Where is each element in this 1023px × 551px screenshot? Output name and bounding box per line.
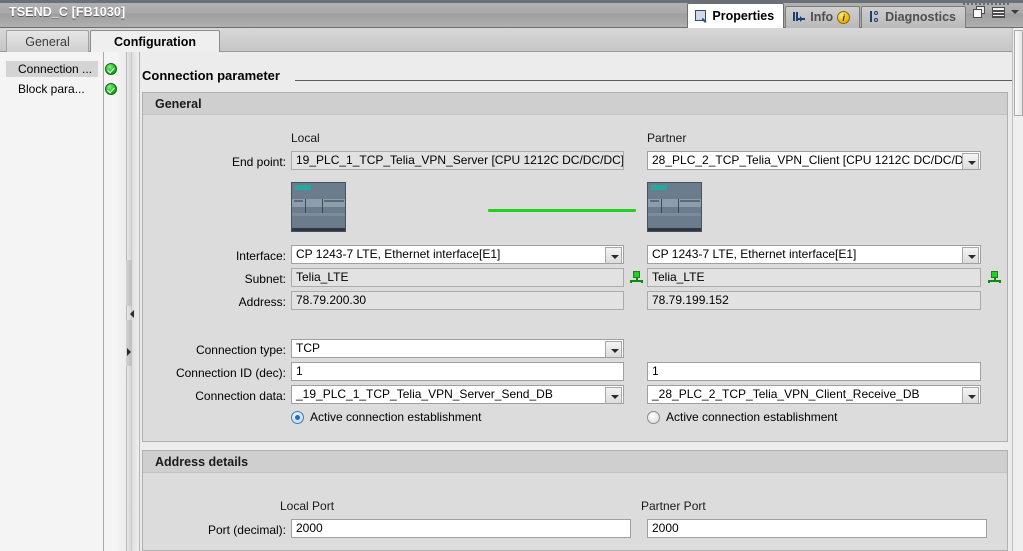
label-connection-data: Connection data: [195,389,286,403]
general-panel-title: General [155,97,202,111]
tab-strip: General Configuration [0,28,1023,53]
chevron-down-icon[interactable] [962,153,979,169]
diagnostics-icon [869,11,881,24]
column-header-local-port: Local Port [280,499,335,513]
restore-icon[interactable] [973,6,987,19]
tab-diagnostics[interactable]: Diagnostics [861,6,966,28]
chevron-down-icon[interactable] [962,387,979,403]
pane-splitter[interactable] [118,52,140,551]
list-icon[interactable] [992,6,1006,19]
general-panel-header: General [143,93,1007,115]
field-subnet-partner: Telia_LTE [647,268,981,287]
field-interface-local[interactable]: CP 1243-7 LTE, Ethernet interface[E1] [291,245,624,264]
radio-active-connection-local-label: Active connection establishment [310,410,482,424]
field-connection-data-partner-value: _28_PLC_2_TCP_Telia_VPN_Client_Receive_D… [652,387,920,401]
drag-grip[interactable] [963,2,1009,5]
tab-configuration-label: Configuration [114,35,196,49]
window-title: TSEND_C [FB1030] [9,5,126,19]
connection-line [488,209,636,212]
column-header-partner-port: Partner Port [641,499,706,513]
field-subnet-local: Telia_LTE [291,268,624,287]
tab-properties[interactable]: Properties [687,3,785,28]
field-connection-type-local[interactable]: TCP [291,339,624,358]
tab-info[interactable]: Info i [785,6,861,28]
header-tab-group: Properties Info i Diagnostics [687,3,967,28]
label-end-point: End point: [231,155,286,169]
label-interface: Interface: [235,249,286,263]
nav-status-column [104,52,118,551]
address-details-title: Address details [155,455,249,469]
scrollbar-thumb[interactable] [1014,30,1023,116]
info-icon [793,11,806,24]
field-connection-data-local[interactable]: _19_PLC_1_TCP_Telia_VPN_Server_Send_DB [291,385,624,404]
properties-icon [695,9,708,23]
column-header-local: Local [291,131,320,145]
content-area: Connection parameter General Local Partn… [140,52,1013,551]
chevron-down-icon[interactable] [605,247,622,263]
tia-properties-window: TSEND_C [FB1030] Properties Info i Diagn… [0,0,1023,551]
field-interface-local-value: CP 1243-7 LTE, Ethernet interface[E1] [296,247,501,261]
page-title: Connection parameter [142,68,280,83]
label-connection-type: Connection type: [195,343,286,357]
tab-diagnostics-label: Diagnostics [885,10,956,25]
tab-properties-label: Properties [712,8,775,23]
field-port-local[interactable]: 2000 [291,519,631,538]
radio-button-icon [291,410,304,424]
window-controls [973,6,1019,19]
collapse-left-icon[interactable] [126,310,134,318]
splitter-handle[interactable] [126,320,132,366]
chevron-down-icon[interactable] [1011,6,1019,19]
section-divider [295,80,1013,81]
radio-active-connection-partner[interactable]: Active connection establishment [647,410,837,424]
field-end-point-local: 19_PLC_1_TCP_Telia_VPN_Server [CPU 1212C… [291,151,624,170]
chevron-down-icon[interactable] [605,387,622,403]
field-connection-id-local[interactable]: 1 [291,362,624,381]
tab-general[interactable]: General [6,30,89,52]
radio-button-icon [647,410,660,424]
chevron-down-icon[interactable] [962,247,979,263]
label-port-decimal: Port (decimal): [207,523,286,537]
chevron-down-icon[interactable] [605,341,622,357]
check-circle-icon [105,63,117,75]
local-device-thumbnail [291,182,346,232]
field-end-point-partner[interactable]: 28_PLC_2_TCP_Telia_VPN_Client [CPU 1212C… [647,151,981,170]
address-details-panel: Address details Local Port Partner Port … [142,450,1008,551]
address-details-header: Address details [143,451,1007,473]
collapse-right-icon[interactable] [127,348,135,356]
field-connection-data-partner[interactable]: _28_PLC_2_TCP_Telia_VPN_Client_Receive_D… [647,385,981,404]
field-connection-id-partner[interactable]: 1 [647,362,981,381]
subnet-link-icon [630,271,643,283]
tab-general-label: General [25,34,70,49]
field-connection-data-local-value: _19_PLC_1_TCP_Telia_VPN_Server_Send_DB [296,387,553,401]
splitter-handle[interactable] [126,260,132,306]
label-address: Address: [238,295,286,309]
field-interface-partner-value: CP 1243-7 LTE, Ethernet interface[E1] [652,247,857,261]
field-port-partner[interactable]: 2000 [647,519,987,538]
sidebar-item-block-parameter[interactable]: Block para... [6,81,98,97]
info-badge-icon: i [837,11,851,24]
nav-pane: Connection ... Block para... [0,52,104,551]
tab-configuration[interactable]: Configuration [90,30,220,53]
check-circle-icon [105,83,117,95]
sidebar-item-connection-parameter[interactable]: Connection ... [6,61,98,77]
field-address-local: 78.79.200.30 [291,291,624,310]
label-connection-id: Connection ID (dec): [175,366,286,380]
field-end-point-partner-value: 28_PLC_2_TCP_Telia_VPN_Client [CPU 1212C… [652,153,976,167]
field-connection-type-value: TCP [296,341,320,355]
field-address-partner: 78.79.199.152 [647,291,981,310]
partner-device-thumbnail [647,182,702,232]
radio-active-connection-local[interactable]: Active connection establishment [291,410,481,424]
field-interface-partner[interactable]: CP 1243-7 LTE, Ethernet interface[E1] [647,245,981,264]
window-titlebar: TSEND_C [FB1030] Properties Info i Diagn… [0,0,1023,28]
general-panel: General Local Partner End point: 19_PLC_… [142,92,1008,442]
tab-info-label: Info [810,10,834,25]
radio-active-connection-partner-label: Active connection establishment [666,410,838,424]
subnet-link-icon [988,271,1001,283]
vertical-scrollbar[interactable] [1012,28,1023,551]
column-header-partner: Partner [647,131,687,145]
sidebar-item-label: Connection ... [18,62,93,76]
label-subnet: Subnet: [244,272,286,286]
sidebar-item-label: Block para... [18,82,85,96]
